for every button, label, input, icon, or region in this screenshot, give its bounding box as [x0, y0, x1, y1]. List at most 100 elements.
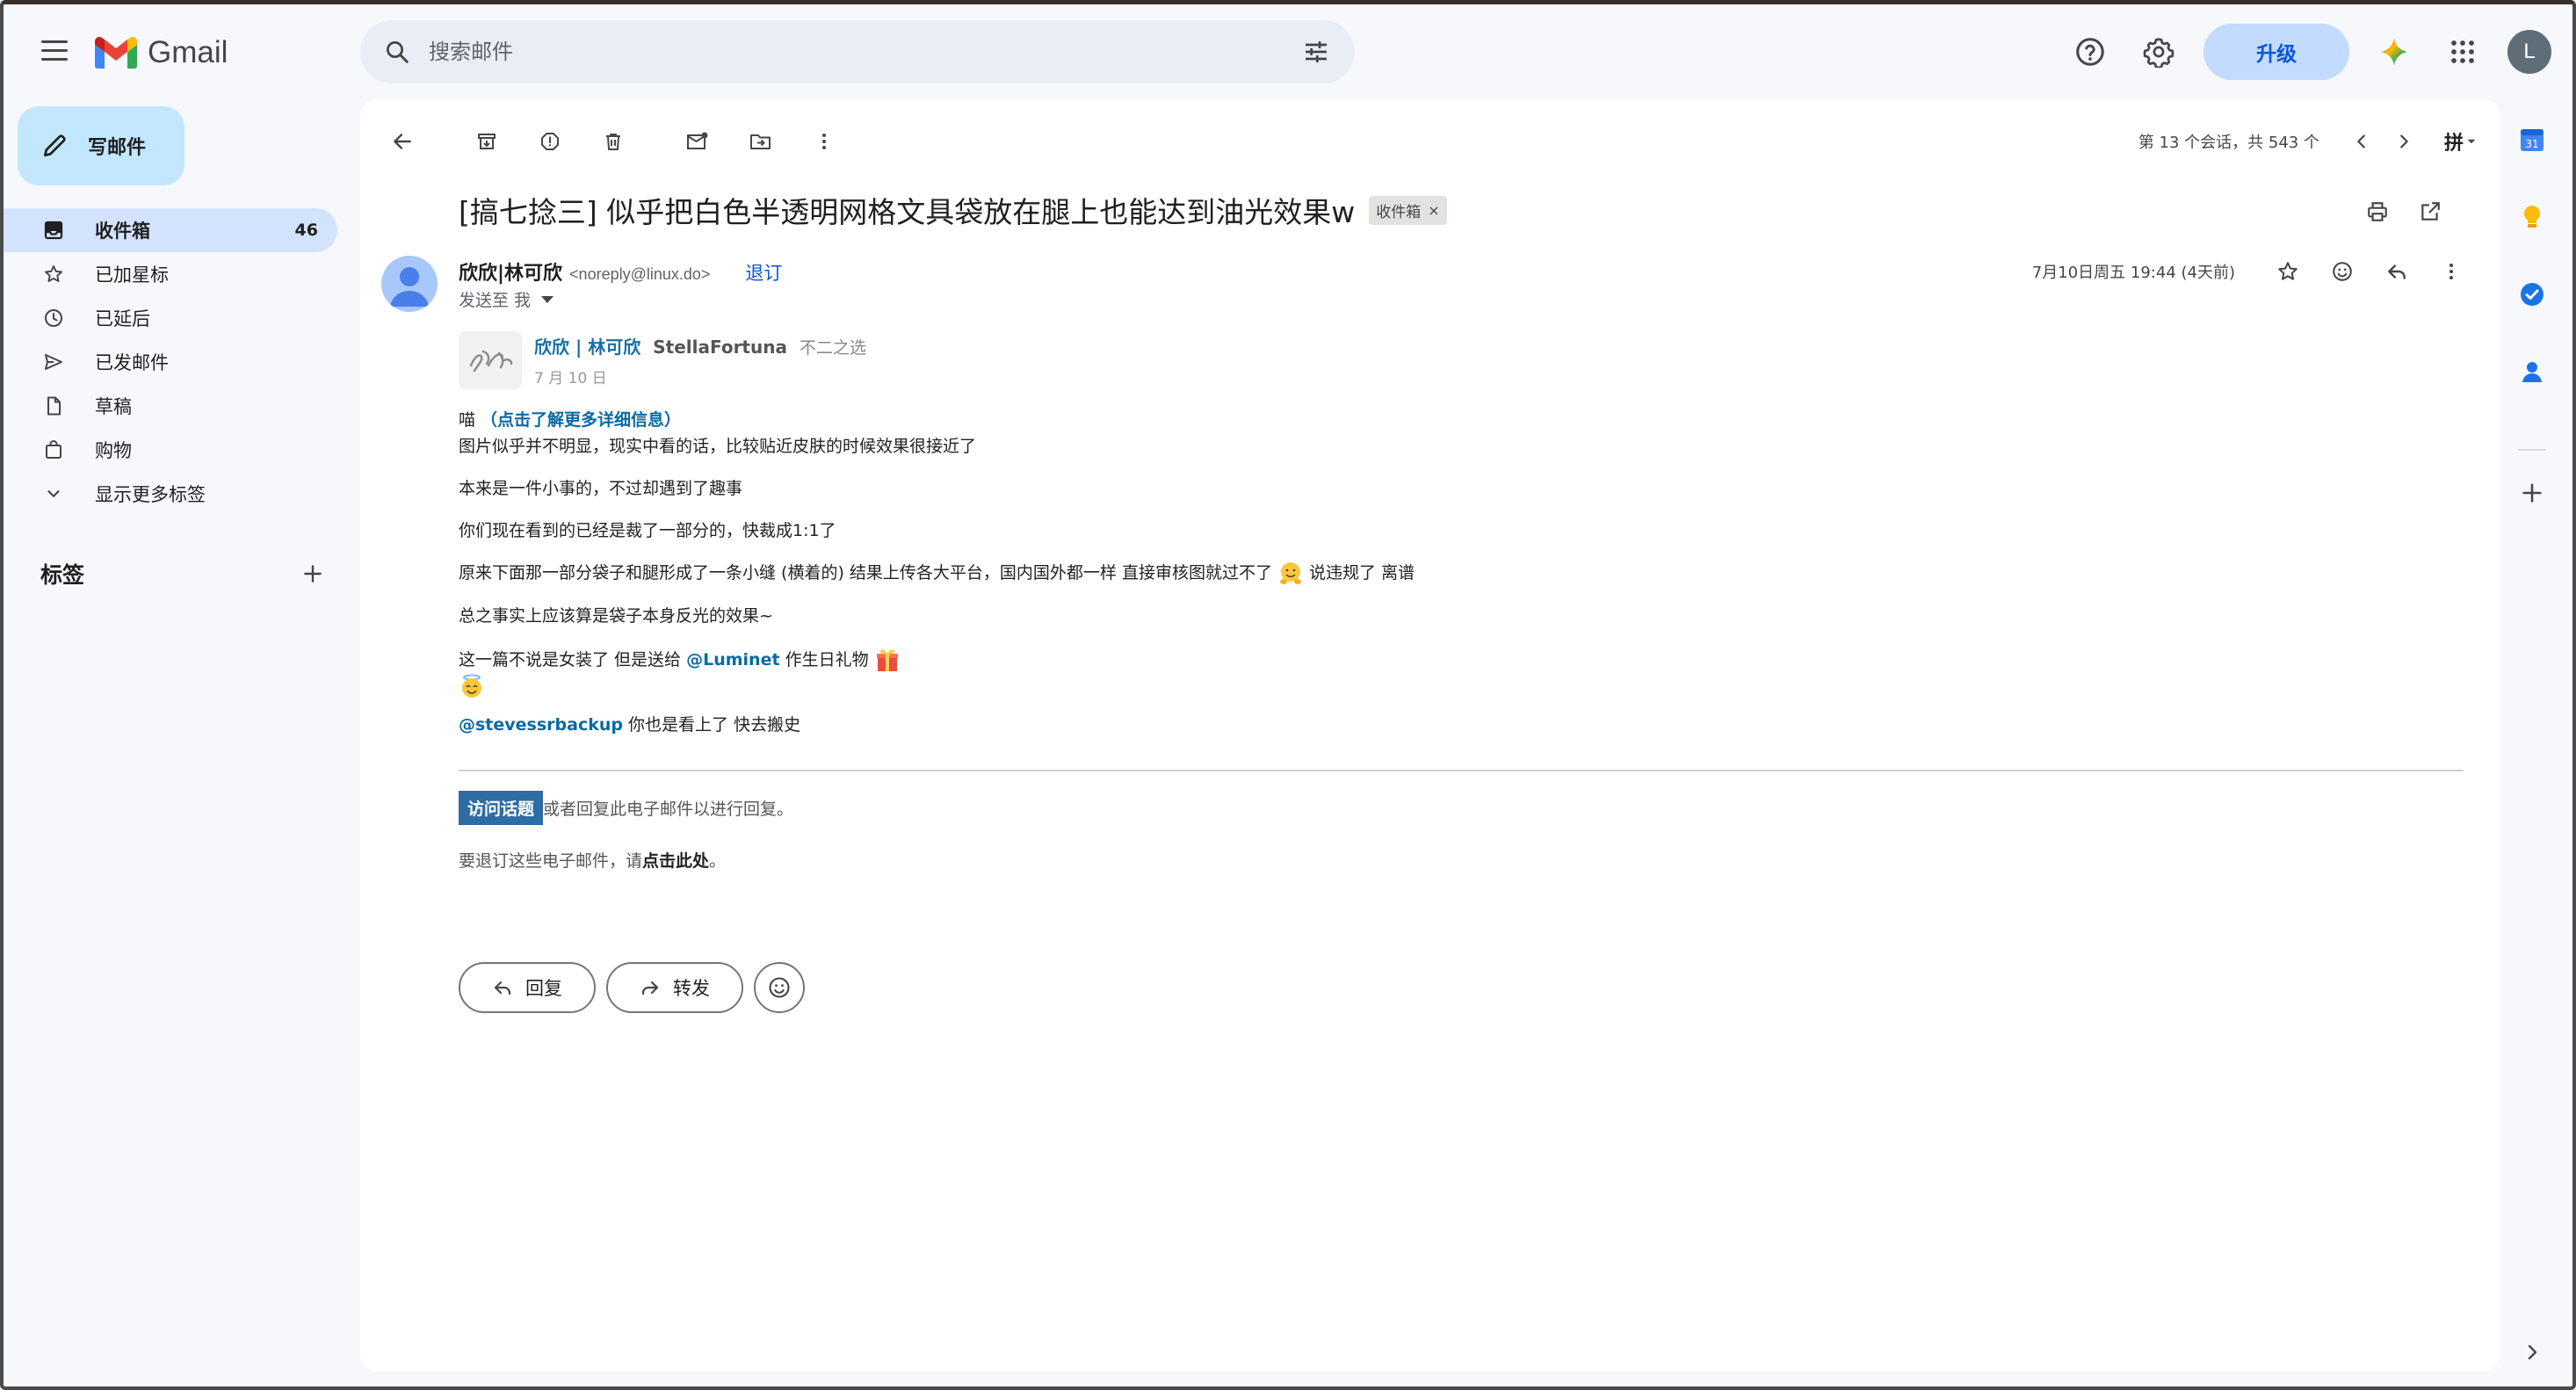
- sidebar-item-sent[interactable]: 已发邮件: [4, 340, 337, 384]
- labels-section-header: 标签: [40, 556, 330, 591]
- post-paragraph: 这一篇不说是女装了 但是送给 @Luminet 作生日礼物: [459, 647, 2479, 700]
- keep-icon[interactable]: [2511, 196, 2553, 238]
- sidebar-item-shopping[interactable]: 购物: [4, 428, 337, 472]
- label-chip-text: 收件箱: [1376, 203, 1422, 221]
- archive-icon[interactable]: [466, 120, 508, 163]
- gift-emoji-icon: [876, 648, 898, 671]
- visit-topic-button[interactable]: 访问话题: [459, 791, 544, 825]
- message-meta: 7月10日周五 19:44 (4天前): [2032, 247, 2472, 296]
- sidebar-item-drafts[interactable]: 草稿: [4, 384, 337, 428]
- input-tools-dropdown[interactable]: 拼: [2444, 127, 2479, 156]
- account-avatar[interactable]: L: [2507, 30, 2551, 74]
- compose-label: 写邮件: [88, 137, 147, 159]
- apps-grid-icon[interactable]: [2438, 27, 2487, 76]
- calligraphy-logo-icon: [469, 350, 513, 373]
- compose-button[interactable]: 写邮件: [18, 106, 185, 185]
- unread-count: 46: [294, 221, 318, 240]
- mention-link[interactable]: @stevessrbackup: [459, 715, 623, 735]
- draft-icon: [42, 395, 65, 417]
- clock-icon: [42, 307, 65, 329]
- reply-button[interactable]: 回复: [459, 962, 596, 1013]
- emoji-reaction-button[interactable]: [754, 962, 805, 1013]
- sender-email: <noreply@linux.do>: [569, 265, 711, 283]
- caret-down-icon: [2467, 139, 2476, 144]
- send-icon: [42, 351, 65, 373]
- sidebar-item-more-labels[interactable]: 显示更多标签: [4, 472, 337, 516]
- post-text: 喵: [459, 410, 481, 430]
- open-in-new-window-icon[interactable]: [2409, 191, 2451, 233]
- subject-row: [搞七捻三] 似乎把白色半透明网格文具袋放在腿上也能达到油光效果w 收件箱 ×: [459, 189, 1447, 231]
- sidebar-item-label: 已延后: [95, 308, 150, 329]
- author-avatar-image[interactable]: [459, 331, 522, 389]
- sender-name[interactable]: 欣欣|林可欣: [459, 257, 562, 286]
- message-panel: 第 13 个会话，共 543 个 拼 [搞七捻三] 似乎把白色半透明网格文具袋放…: [360, 99, 2500, 1372]
- unsubscribe-link[interactable]: 退订: [745, 259, 782, 286]
- post-text: 这一篇不说是女装了 但是送给: [459, 649, 687, 670]
- gemini-sparkle-icon[interactable]: [2370, 27, 2419, 76]
- tasks-icon[interactable]: [2511, 273, 2553, 315]
- sender-line: 欣欣|林可欣 <noreply@linux.do> 退订: [459, 257, 782, 286]
- post-author: 欣欣 | 林可欣 StellaFortuna 不二之选 7 月 10 日: [459, 331, 2479, 389]
- recipient-line: 发送至 我: [459, 287, 554, 311]
- forward-button[interactable]: 转发: [606, 962, 743, 1013]
- post-author-name[interactable]: 欣欣 | 林可欣: [534, 333, 640, 358]
- post-author-username[interactable]: StellaFortuna: [653, 337, 787, 358]
- ime-label: 拼: [2443, 133, 2464, 155]
- star-icon: [42, 263, 65, 286]
- more-vert-icon[interactable]: [2430, 250, 2472, 293]
- search-options-icon[interactable]: [1284, 20, 1348, 83]
- delete-trash-icon[interactable]: [592, 120, 634, 163]
- search-input[interactable]: [429, 25, 1284, 78]
- add-reaction-emoji-icon[interactable]: [2321, 250, 2363, 293]
- sidebar-item-label: 草稿: [95, 396, 132, 417]
- star-icon[interactable]: [2267, 250, 2309, 293]
- post-date: 7 月 10 日: [534, 370, 607, 387]
- message-toolbar: [381, 113, 845, 170]
- post-paragraph: @stevessrbackup 你也是看上了 快去搬史: [459, 712, 2479, 738]
- unsub-prefix: 要退订这些电子邮件，请: [459, 851, 643, 871]
- contacts-icon[interactable]: [2511, 351, 2553, 393]
- mention-link[interactable]: @Luminet: [686, 650, 779, 670]
- side-panel: 31: [2493, 99, 2572, 1386]
- gmail-m-icon: [95, 37, 137, 69]
- unsubscribe-here-link[interactable]: 点击此处: [642, 851, 709, 871]
- calendar-icon[interactable]: 31: [2511, 119, 2553, 161]
- chevron-right-icon[interactable]: [2383, 120, 2425, 163]
- post-paragraph: 喵 （点击了解更多详细信息）: [459, 407, 2479, 433]
- help-icon[interactable]: [2066, 27, 2115, 76]
- app-name: Gmail: [148, 35, 228, 69]
- report-spam-icon[interactable]: [529, 120, 571, 163]
- sidebar-nav: 收件箱 46 已加星标 已延后 已发邮件 草稿 购物 显示更多标签: [4, 208, 346, 516]
- sidebar-item-starred[interactable]: 已加星标: [4, 252, 337, 296]
- settings-gear-icon[interactable]: [2134, 27, 2183, 76]
- print-icon[interactable]: [2356, 191, 2399, 233]
- header-actions: 升级 L: [2056, 20, 2551, 83]
- sidebar-item-label: 已加星标: [95, 264, 169, 286]
- window-frame: Gmail 升级: [0, 0, 2576, 1390]
- sender-avatar[interactable]: [381, 256, 438, 312]
- sidebar-item-label: 购物: [95, 440, 132, 461]
- remove-label-icon[interactable]: ×: [1428, 202, 1439, 219]
- more-vert-icon[interactable]: [803, 120, 845, 163]
- details-link[interactable]: （点击了解更多详细信息）: [481, 410, 681, 430]
- main-menu-button[interactable]: [35, 34, 74, 69]
- move-to-folder-icon[interactable]: [740, 120, 782, 163]
- get-addons-plus-icon[interactable]: [2511, 472, 2553, 514]
- message-date: 7月10日周五 19:44 (4天前): [2031, 264, 2235, 282]
- show-details-caret-icon[interactable]: [541, 295, 554, 303]
- reply-label: 回复: [525, 978, 562, 999]
- back-arrow-icon[interactable]: [381, 120, 423, 163]
- chevron-right-icon[interactable]: [2511, 1331, 2553, 1373]
- sidebar-item-snoozed[interactable]: 已延后: [4, 296, 337, 340]
- gmail-logo[interactable]: Gmail: [95, 31, 228, 75]
- sidebar-item-inbox[interactable]: 收件箱 46: [4, 208, 337, 252]
- forward-icon: [641, 981, 659, 995]
- mark-unread-icon[interactable]: [677, 120, 719, 163]
- search-icon[interactable]: [365, 20, 429, 83]
- chevron-left-icon[interactable]: [2341, 120, 2383, 163]
- inbox-label-chip[interactable]: 收件箱 ×: [1369, 195, 1447, 225]
- reply-icon[interactable]: [2376, 250, 2418, 293]
- create-label-plus-icon[interactable]: [295, 556, 330, 591]
- post-paragraph: 总之事实上应该算是袋子本身反光的效果~: [459, 605, 773, 626]
- upgrade-button[interactable]: 升级: [2203, 24, 2349, 80]
